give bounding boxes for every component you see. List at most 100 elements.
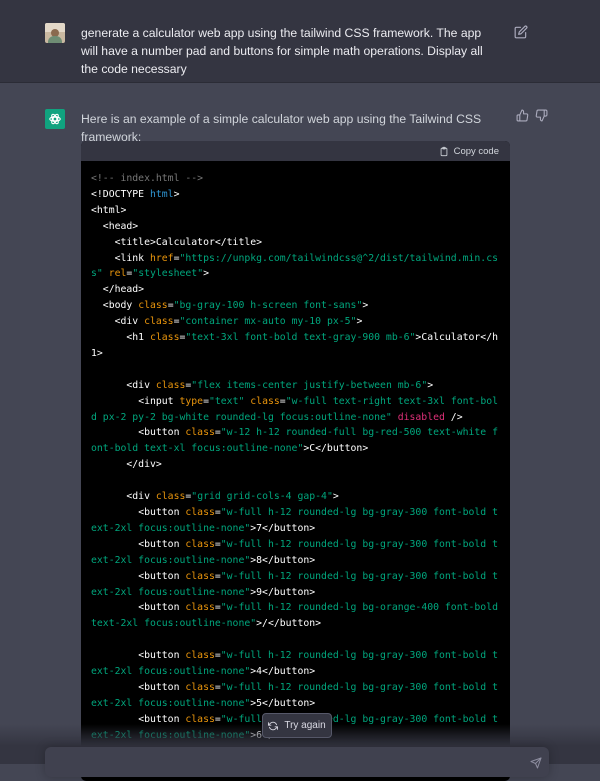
code-token: "stylesheet" <box>132 268 204 280</box>
code-line: <!DOCTYPE html> <box>91 187 500 203</box>
code-token: >4</button> <box>250 666 316 678</box>
code-token: <button <box>91 602 186 614</box>
assistant-message-row: Here is an example of a simple calculato… <box>0 83 600 781</box>
code-line: <body class="bg-gray-100 h-screen font-s… <box>91 298 500 314</box>
code-token: <link <box>91 252 150 264</box>
code-token: class <box>144 316 174 328</box>
code-line: <h1 class="text-3xl font-bold text-gray-… <box>91 330 500 362</box>
code-token: html <box>149 188 174 200</box>
code-token: </div> <box>91 459 162 471</box>
code-token: <div <box>91 491 156 503</box>
code-token: <button <box>91 650 186 662</box>
code-line: <head> <box>91 219 500 235</box>
code-token: <html> <box>91 204 127 216</box>
code-token: <div <box>91 379 156 391</box>
code-line: <link href="https://unpkg.com/tailwindcs… <box>91 251 500 283</box>
code-token: class <box>185 602 215 614</box>
code-token: > <box>356 316 363 328</box>
code-token: class <box>185 570 215 582</box>
code-token: class <box>155 379 186 391</box>
code-line: <div class="container mx-auto my-10 px-5… <box>91 314 500 330</box>
code-token: <body <box>91 300 139 312</box>
code-token: "bg-gray-100 h-screen font-sans" <box>173 300 363 312</box>
send-icon[interactable] <box>530 757 542 769</box>
code-token: class <box>155 491 186 503</box>
code-token: >C</button> <box>303 443 369 455</box>
code-line: <input type="text" class="w-full text-ri… <box>91 394 500 426</box>
code-token: > <box>427 379 434 391</box>
code-token: class <box>185 538 215 550</box>
code-line: <button class="w-full h-12 rounded-lg bg… <box>91 648 500 680</box>
code-line: <button class="w-12 h-12 rounded-full bg… <box>91 425 500 457</box>
thumbs-down-icon[interactable] <box>535 109 548 122</box>
code-token: disabled <box>397 411 445 423</box>
thumbs-up-icon[interactable] <box>516 109 529 122</box>
code-line: <button class="w-full h-12 rounded-lg bg… <box>91 600 500 632</box>
code-token: <input <box>91 395 180 407</box>
code-token: >/</button> <box>256 618 322 630</box>
code-line: <html> <box>91 203 500 219</box>
code-content: <!-- index.html --> <!DOCTYPE html> <html>… <box>81 161 510 775</box>
code-token: </head> <box>91 284 145 296</box>
user-prompt-text: generate a calculator web app using the … <box>81 26 483 76</box>
code-token: <title>Calculator</title> <box>91 236 263 248</box>
user-avatar <box>45 23 65 43</box>
openai-logo-icon <box>45 109 65 129</box>
code-token: type <box>179 395 204 407</box>
code-token: class <box>185 650 215 662</box>
refresh-icon <box>268 721 279 730</box>
code-token: <!DOCTYPE <box>91 188 150 200</box>
code-line: <button class="w-full h-12 rounded-lg bg… <box>91 505 500 537</box>
code-token: rel <box>108 268 127 280</box>
code-token: class <box>138 300 168 312</box>
code-token: >8</button> <box>250 554 316 566</box>
code-token: class <box>250 395 280 407</box>
code-token: <h1 <box>91 332 150 344</box>
code-token: <head> <box>91 220 139 232</box>
code-token: <button <box>91 570 186 582</box>
code-line: <button class="w-full h-12 rounded-lg bg… <box>91 569 500 601</box>
edit-icon[interactable] <box>514 25 528 39</box>
code-token: "container mx-auto my-10 px-5" <box>179 316 357 328</box>
code-token: >9</button> <box>250 586 316 598</box>
code-token: "text" <box>208 395 245 407</box>
code-token: <div <box>91 316 145 328</box>
code-token: href <box>149 252 174 264</box>
code-line: </head> <box>91 282 500 298</box>
code-token: <!-- index.html --> <box>91 173 204 184</box>
code-line: <title>Calculator</title> <box>91 235 500 251</box>
code-line: <div class="flex items-center justify-be… <box>91 378 500 394</box>
code-token: class <box>185 507 215 518</box>
code-line: </div> <box>91 457 500 473</box>
code-token: > <box>332 491 339 503</box>
code-line: <!-- index.html --> <box>91 171 500 187</box>
code-token: class <box>185 681 215 693</box>
code-block: Copy code <!-- index.html --> <!DOCTYPE h… <box>81 141 510 781</box>
code-line: <button class="w-full h-12 rounded-lg bg… <box>91 680 500 712</box>
code-token: > <box>362 300 369 312</box>
code-token: >7</button> <box>250 522 316 534</box>
code-token: >5</button> <box>250 697 316 709</box>
code-token: > <box>173 188 180 200</box>
message-composer-input[interactable] <box>45 747 549 777</box>
code-line: <button class="w-full h-12 rounded-lg bg… <box>91 537 500 569</box>
code-token: class <box>149 332 180 344</box>
clipboard-icon <box>440 146 447 156</box>
code-line: <div class="grid grid-cols-4 gap-4"> <box>91 489 500 505</box>
code-token: <button <box>91 681 186 693</box>
code-token: /> <box>444 411 463 423</box>
code-token: "grid grid-cols-4 gap-4" <box>191 491 333 503</box>
user-message-row: generate a calculator web app using the … <box>0 0 600 83</box>
code-block-header: Copy code <box>81 141 510 161</box>
code-token: "text-3xl font-bold text-gray-900 mb-6" <box>185 332 416 344</box>
code-token: <button <box>91 538 186 550</box>
code-token: "flex items-center justify-between mb-6" <box>191 379 428 391</box>
code-token: <button <box>91 507 186 518</box>
copy-code-button[interactable]: Copy code <box>439 144 499 158</box>
try-again-label: Try again <box>284 720 326 731</box>
copy-code-label: Copy code <box>453 145 499 157</box>
try-again-button[interactable]: Try again <box>262 713 332 738</box>
